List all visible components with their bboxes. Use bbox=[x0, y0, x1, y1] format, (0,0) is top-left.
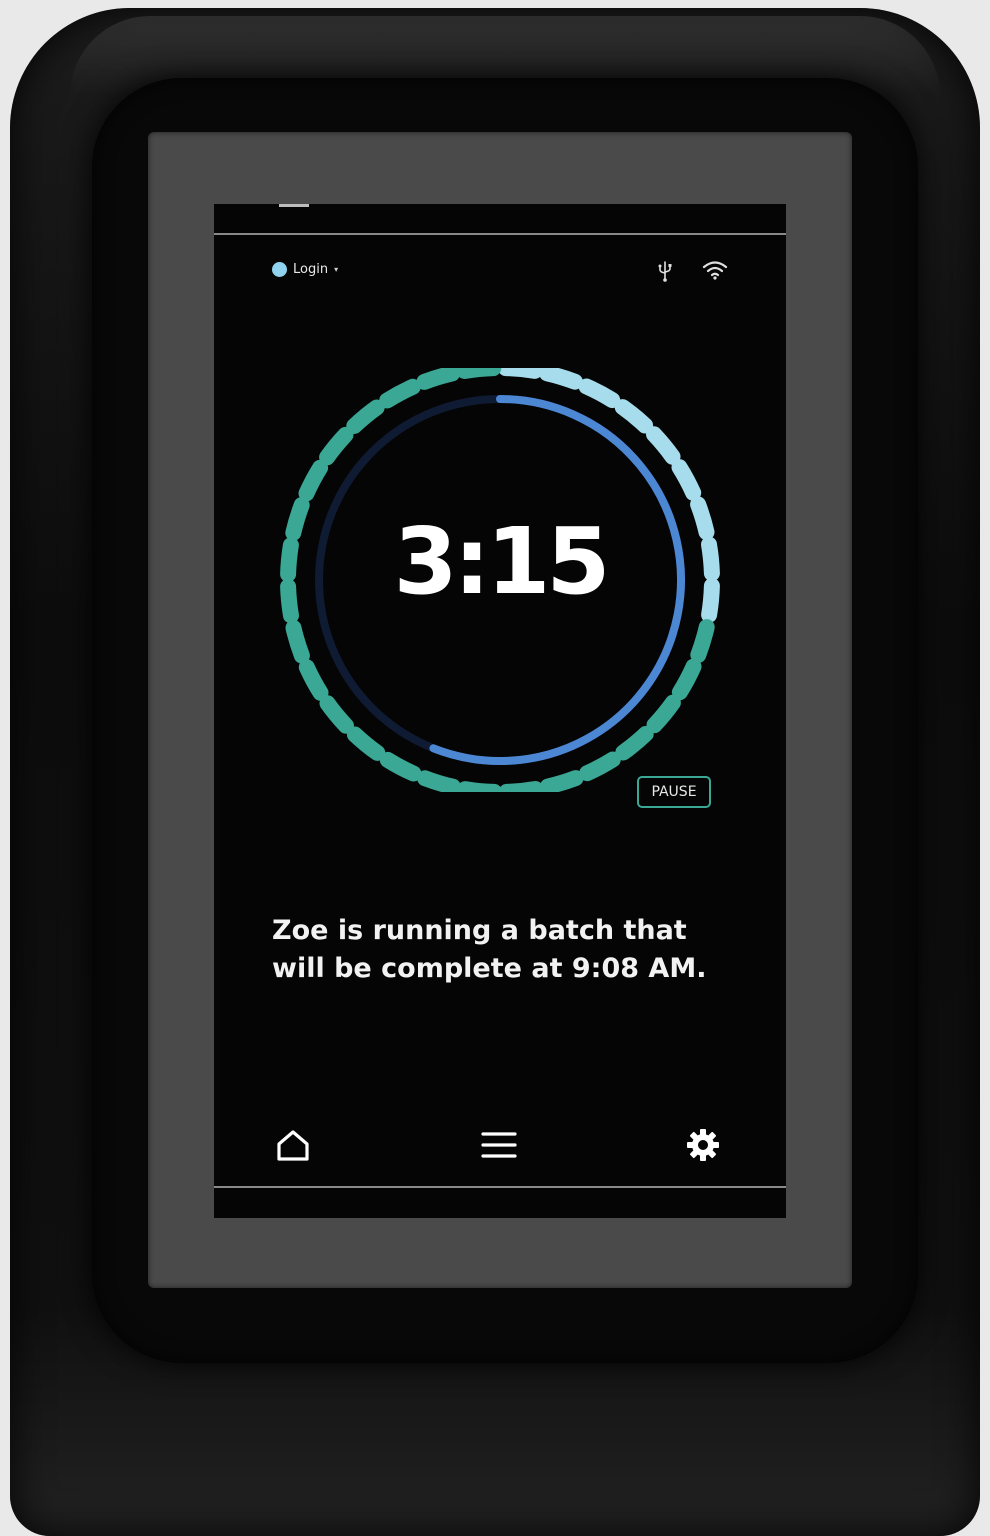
timer-dash-pending bbox=[578, 378, 621, 409]
timer-dash-done bbox=[690, 619, 715, 663]
timer-dash-done bbox=[646, 694, 681, 734]
time-remaining: 3:15 bbox=[393, 508, 611, 615]
user-status-dot bbox=[272, 262, 287, 277]
wifi-icon bbox=[702, 261, 728, 280]
menu-button[interactable] bbox=[478, 1124, 520, 1166]
scroll-peek-mark bbox=[279, 204, 309, 207]
screen-divider-top bbox=[214, 233, 786, 235]
menu-icon bbox=[481, 1132, 517, 1158]
home-icon bbox=[277, 1130, 309, 1161]
timer-dash-done bbox=[579, 751, 621, 782]
login-label: Login bbox=[293, 262, 329, 277]
countdown-timer: 3:15 bbox=[270, 368, 730, 792]
settings-icon bbox=[687, 1129, 719, 1161]
timer-dash-done bbox=[346, 726, 386, 761]
message-line-1: Zoe is running a batch that bbox=[272, 915, 687, 946]
batch-status-message: Zoe is running a batch that will be comp… bbox=[272, 912, 742, 988]
timer-dash-done bbox=[298, 459, 329, 502]
timer-dash-done bbox=[615, 726, 654, 761]
touch-screen: Login ▾ 3:15 PAUSE Zoe is running a batc… bbox=[214, 204, 786, 1218]
home-button[interactable] bbox=[272, 1124, 314, 1166]
timer-dash-done bbox=[671, 658, 702, 701]
timer-dash-done bbox=[457, 781, 503, 792]
timer-dash-done bbox=[346, 399, 385, 434]
timer-dash-done bbox=[379, 751, 422, 782]
timer-dash-done bbox=[298, 659, 329, 701]
message-line-2: will be complete at 9:08 AM. bbox=[272, 953, 707, 984]
screen-divider-bottom bbox=[214, 1186, 786, 1188]
timer-dash-done bbox=[417, 770, 461, 792]
timer-dash-done bbox=[539, 770, 584, 792]
timer-dash-done bbox=[379, 378, 421, 409]
usb-icon bbox=[658, 261, 672, 282]
timer-dash-pending bbox=[646, 426, 681, 465]
pause-button[interactable]: PAUSE bbox=[637, 776, 711, 808]
settings-button[interactable] bbox=[682, 1124, 724, 1166]
bottom-nav bbox=[214, 1124, 786, 1166]
timer-dash-pending bbox=[497, 368, 543, 379]
timer-dash-done bbox=[319, 695, 354, 734]
timer-dash-done bbox=[285, 619, 310, 664]
timer-dash-done bbox=[416, 368, 461, 390]
timer-dash-pending bbox=[539, 368, 583, 390]
timer-dash-done bbox=[456, 368, 502, 379]
timer-dash-pending bbox=[614, 399, 654, 434]
timer-dash-pending bbox=[671, 459, 702, 501]
timer-dash-done bbox=[498, 781, 544, 792]
login-dropdown[interactable]: Login ▾ bbox=[272, 262, 338, 277]
timer-dash-done bbox=[319, 426, 354, 466]
status-bar: Login ▾ bbox=[214, 254, 786, 294]
chevron-down-icon: ▾ bbox=[334, 265, 339, 274]
